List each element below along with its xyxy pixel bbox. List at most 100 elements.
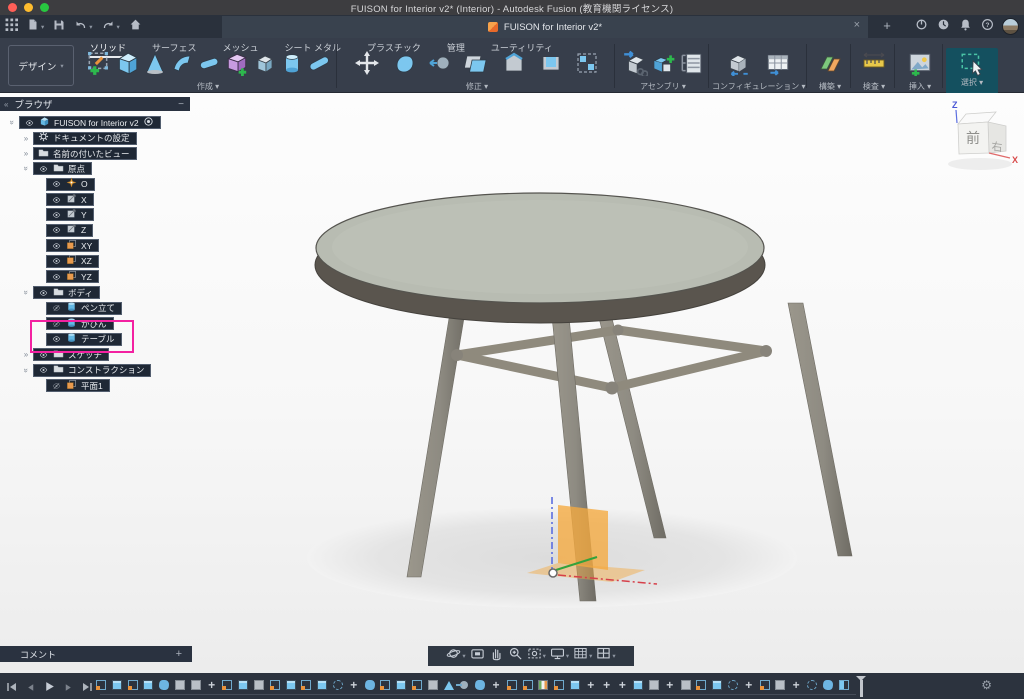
timeline-feature-form[interactable]	[158, 679, 170, 691]
chevron-collapsed-icon[interactable]: »	[22, 350, 30, 359]
job-status-icon[interactable]	[937, 18, 950, 36]
tree-node[interactable]: ドキュメントの設定	[33, 132, 137, 145]
tree-node[interactable]: ボディ	[33, 286, 100, 299]
model-viewport[interactable]: 前 右 Z X	[0, 93, 1024, 673]
tree-node[interactable]: FUISON for Interior v2	[19, 116, 161, 129]
timeline-feature-body[interactable]	[111, 679, 123, 691]
home-icon[interactable]	[129, 18, 142, 36]
user-avatar[interactable]	[1002, 18, 1019, 35]
timeline-feature-sketch[interactable]	[411, 679, 423, 691]
visibility-eye-icon[interactable]	[24, 114, 35, 132]
tree-node[interactable]: X	[46, 193, 94, 206]
visibility-eye-icon[interactable]	[38, 361, 49, 379]
timeline-feature-move[interactable]: +	[790, 679, 802, 691]
joint-list-button[interactable]	[678, 50, 704, 81]
pipe-button[interactable]	[197, 51, 221, 80]
browser-row-ペン立て[interactable]: ペン立て	[36, 302, 122, 315]
timeline-feature-dots[interactable]	[332, 679, 344, 691]
notifications-bell-icon[interactable]	[959, 18, 972, 36]
close-window-button[interactable]	[8, 3, 17, 12]
chevron-collapsed-icon[interactable]: »	[22, 134, 30, 143]
collapse-panel-icon[interactable]: «	[4, 100, 8, 109]
timeline-feature-sketch[interactable]	[221, 679, 233, 691]
timeline-feature-body[interactable]	[711, 679, 723, 691]
timeline-feature-form[interactable]	[822, 679, 834, 691]
zoom-window-button[interactable]	[40, 3, 49, 12]
timeline-feature-move[interactable]: +	[601, 679, 613, 691]
timeline-feature-body[interactable]	[632, 679, 644, 691]
timeline-feature-dots[interactable]	[806, 679, 818, 691]
timeline-feature-body[interactable]	[285, 679, 297, 691]
workspace-selector-button[interactable]: デザイン ▾	[8, 45, 74, 86]
browser-row-Y[interactable]: Y	[36, 208, 94, 221]
playback-step-back-button[interactable]	[25, 680, 36, 698]
timeline-feature-sketch[interactable]	[759, 679, 771, 691]
visibility-eye-icon[interactable]	[38, 284, 49, 302]
playback-skip-start-button[interactable]	[6, 680, 18, 698]
create-sketch-button[interactable]	[85, 50, 111, 81]
timeline-feature-sketch[interactable]	[95, 679, 107, 691]
tree-node[interactable]: YZ	[46, 270, 99, 283]
insert-component-button[interactable]	[650, 50, 676, 81]
split-body-button[interactable]	[465, 51, 489, 80]
save-icon[interactable]	[53, 18, 65, 36]
grid-tool[interactable]: ▾	[573, 646, 592, 666]
display-settings-tool[interactable]: ▾	[550, 646, 569, 666]
new-tab-button[interactable]: +	[878, 17, 896, 35]
timeline-feature-gray[interactable]	[427, 679, 439, 691]
chevron-expanded-icon[interactable]: »	[8, 119, 17, 127]
timeline-feature-sketch[interactable]	[300, 679, 312, 691]
toolbar-group-label[interactable]: コンフィギュレーション ▾	[712, 81, 804, 92]
box-button[interactable]	[253, 51, 277, 80]
fit-tool[interactable]: ▾	[527, 646, 546, 666]
toolbar-group-label[interactable]: 構築 ▾	[810, 81, 850, 92]
tree-node[interactable]: コンストラクション	[33, 364, 151, 377]
construction-plane-button[interactable]	[818, 51, 842, 80]
table-3d-model[interactable]	[0, 93, 1024, 673]
file-icon[interactable]: ▾	[27, 18, 44, 36]
toolbar-group-label[interactable]: 修正 ▾	[342, 81, 612, 92]
timeline-playhead[interactable]	[856, 676, 867, 697]
minimize-panel-icon[interactable]: −	[178, 99, 184, 110]
timeline-feature-body[interactable]	[142, 679, 154, 691]
timeline-feature-sketch[interactable]	[553, 679, 565, 691]
extrude-button[interactable]	[114, 50, 140, 81]
tree-node[interactable]: Z	[46, 224, 93, 237]
move-copy-button[interactable]	[355, 51, 379, 80]
chamfer-button[interactable]	[502, 51, 526, 80]
timeline-feature-sketch[interactable]	[506, 679, 518, 691]
timeline-feature-form[interactable]	[474, 679, 486, 691]
add-comment-button[interactable]: +	[176, 648, 182, 660]
browser-row-O[interactable]: O	[36, 178, 95, 191]
sweep-button[interactable]	[170, 51, 194, 80]
configure-button[interactable]	[725, 50, 751, 81]
torus-button[interactable]	[307, 51, 331, 80]
comments-panel[interactable]: コメント +	[0, 646, 192, 662]
activate-component-radio-icon[interactable]	[143, 114, 154, 132]
new-component-button[interactable]	[622, 50, 648, 81]
timeline-feature-gray[interactable]	[680, 679, 692, 691]
tree-node[interactable]: O	[46, 178, 95, 191]
browser-row-コンストラクション[interactable]: »コンストラクション	[22, 364, 151, 377]
playback-play-button[interactable]	[43, 680, 56, 698]
document-tab[interactable]: FUISON for Interior v2* ×	[222, 16, 868, 38]
shell-button[interactable]	[539, 51, 563, 80]
timeline-feature-triangle[interactable]	[443, 679, 455, 691]
browser-row-ドキュメントの設定[interactable]: »ドキュメントの設定	[22, 132, 137, 145]
timeline-feature-sketch[interactable]	[379, 679, 391, 691]
visibility-eye-off-icon[interactable]	[51, 377, 62, 395]
timeline-feature-move[interactable]: +	[348, 679, 360, 691]
toolbar-group-label[interactable]: 選択 ▾	[946, 77, 998, 88]
toolbar-group-label[interactable]: 挿入 ▾	[898, 81, 942, 92]
browser-row-YZ[interactable]: YZ	[36, 270, 99, 283]
timeline-feature-sketch[interactable]	[522, 679, 534, 691]
measure-button[interactable]	[862, 51, 886, 80]
toolbar-group-label[interactable]: 検査 ▾	[854, 81, 894, 92]
timeline-feature-dots[interactable]	[727, 679, 739, 691]
timeline-feature-sketch[interactable]	[695, 679, 707, 691]
offset-face-button[interactable]	[428, 51, 452, 80]
zoom-tool[interactable]	[508, 646, 523, 666]
browser-panel-header[interactable]: « ブラウザ −	[0, 97, 190, 111]
chevron-expanded-icon[interactable]: »	[22, 289, 31, 297]
visibility-eye-icon[interactable]	[38, 160, 49, 178]
